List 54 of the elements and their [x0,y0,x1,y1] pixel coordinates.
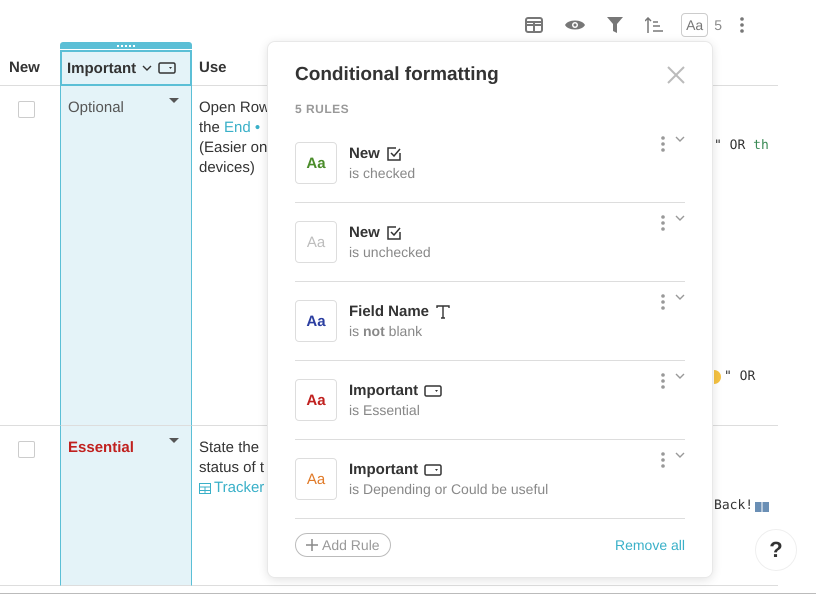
cell-text: State the [199,439,260,456]
link[interactable]: Tracker [199,478,264,498]
field-name: Important [349,461,418,478]
checkbox-field-icon [386,146,402,162]
select-field-icon [158,62,176,74]
select-value[interactable]: Optional [68,98,124,118]
column-header[interactable]: Important [60,50,192,86]
checkbox[interactable] [18,441,35,458]
more-icon[interactable] [661,373,665,389]
rule-condition: is not blank [349,323,424,339]
field-name: Important [349,382,418,399]
popover-title: Conditional formatting [295,64,499,86]
select-field-icon [424,384,442,396]
cell-text: (Easier on [199,139,268,156]
style-swatch[interactable]: Aa [295,379,337,421]
rule-condition: is Depending or Could be useful [349,481,550,497]
more-icon[interactable] [661,215,665,231]
select-field-icon [424,464,442,476]
style-swatch[interactable]: Aa [295,300,337,342]
code-text: Back! [714,497,754,515]
cell-text: status of t [199,459,264,476]
field-name: New [349,145,380,162]
checkbox-field-icon [386,224,402,240]
rule-condition: is checked [349,165,416,181]
field-name: New [349,224,380,241]
link[interactable]: End • [224,118,260,138]
more-icon[interactable] [661,452,665,468]
drag-handle[interactable] [60,42,192,49]
help-button[interactable]: ? [755,529,797,571]
checkbox[interactable] [18,101,35,118]
text-field-icon [435,304,452,320]
format-count: 5 [714,17,722,33]
caret-icon[interactable] [169,98,179,104]
rule-condition: is Essential [349,402,421,418]
remove-all-link[interactable]: Remove all [614,537,685,553]
select-value[interactable]: Essential [68,438,134,458]
code-text: " OR th [714,137,769,155]
rule-count: 5 RULES [295,102,350,116]
plus-icon [306,539,318,551]
close-icon[interactable] [667,66,685,84]
format-button[interactable]: Aa [681,13,708,37]
code-text: " OR [724,368,756,386]
more-icon[interactable] [661,136,665,152]
add-rule-button[interactable]: Add Rule [295,533,391,557]
cell-text: the [199,119,221,136]
field-name: Field Name [349,303,430,320]
cell-text: devices) [199,159,255,176]
chevron-down-icon[interactable] [142,65,152,71]
rule-condition: is unchecked [349,244,432,260]
more-icon[interactable] [661,294,665,310]
table-icon [199,482,211,494]
caret-icon[interactable] [169,438,179,444]
style-swatch[interactable]: Aa [295,142,337,184]
style-swatch[interactable]: Aa [295,458,337,500]
